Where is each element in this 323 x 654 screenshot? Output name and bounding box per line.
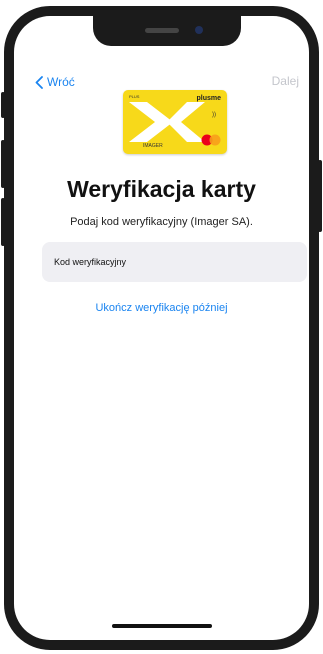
next-button[interactable]: Dalej: [272, 74, 299, 88]
card-holder-name: IMAGER: [143, 143, 163, 149]
card-brand: plusme: [196, 95, 221, 102]
finish-verification-later-link[interactable]: Ukończ weryfikację później: [14, 302, 309, 314]
back-button[interactable]: Wróć: [35, 71, 75, 93]
notch: [93, 16, 241, 46]
back-label: Wróć: [47, 75, 75, 89]
volume-up-button: [1, 140, 5, 188]
mastercard-logo: [201, 134, 221, 146]
verification-code-field[interactable]: Kod weryfikacyjny: [42, 242, 307, 282]
page-subtitle: Podaj kod weryfikacyjny (Imager SA).: [70, 216, 253, 228]
home-indicator: [112, 624, 212, 628]
mute-switch: [1, 92, 5, 118]
card-bank-name: PLUS: [129, 94, 140, 99]
front-camera: [195, 26, 203, 34]
payment-card-image: PLUS plusme )) IMAGER: [123, 90, 227, 154]
speaker-grille: [145, 28, 179, 33]
power-button: [318, 160, 322, 232]
volume-down-button: [1, 198, 5, 246]
page-title: Weryfikacja karty: [67, 176, 256, 202]
chevron-left-icon: [35, 75, 43, 89]
phone-screen: Wróć Dalej PLUS plusme )) IMAGER Weryfik…: [14, 16, 309, 640]
contactless-icon: )): [212, 112, 216, 118]
verification-code-label: Kod weryfikacyjny: [54, 257, 127, 267]
